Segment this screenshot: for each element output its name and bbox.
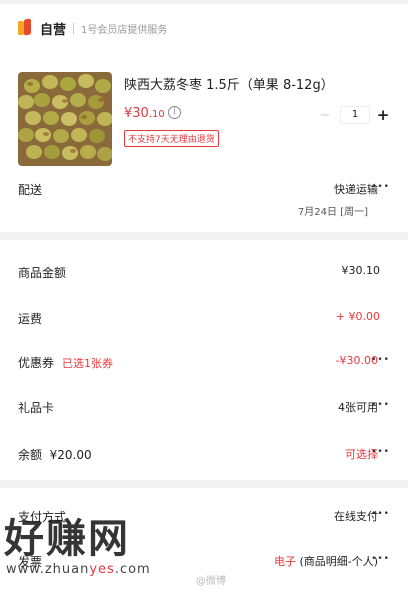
watermark-logo: 好赚网 [4,516,130,562]
section-divider [0,232,408,240]
watermark-url: www.zhuanyes.com [6,562,151,577]
giftcard-label: 礼品卡 [18,401,55,415]
more-dots-icon[interactable]: ••• [371,355,390,365]
info-icon[interactable]: i [168,106,181,119]
more-dots-icon[interactable]: ••• [371,509,390,519]
balance-amount: ¥20.00 [49,448,92,462]
increase-button[interactable]: + [376,106,390,124]
delivery-label: 配送 [18,183,43,197]
decrease-button[interactable]: − [316,108,334,123]
url-highlight: yes [89,562,115,577]
price-main: ¥30 [124,106,149,121]
product-title[interactable]: 陕西大荔冬枣 1.5斤（单果 8-12g） [124,74,334,93]
coupon-row[interactable]: 优惠券 已选1张券 [18,354,113,371]
url-suffix: .com [114,562,151,577]
coupon-label: 优惠券 [18,356,55,370]
delivery-date[interactable]: 7月24日 [周一] [298,203,368,218]
invoice-detail: (商品明细-个人) [299,555,378,568]
store-header: 自营 1号会员店提供服务 [0,18,185,38]
no-return-badge: 不支持7天无理由退货 [124,130,219,147]
weibo-watermark: @微博 [196,576,226,587]
balance-label: 余额 [18,448,43,462]
balance-row: 余额 ¥20.00 [18,446,92,463]
price-decimal: .10 [148,109,165,120]
store-desc: 1号会员店提供服务 [81,24,168,36]
goods-amount-value: ¥30.10 [341,264,381,277]
quantity-input[interactable]: 1 [340,106,370,124]
url-prefix: www.zhuan [6,562,90,577]
coupon-selected: 已选1张券 [62,357,114,370]
goods-amount-label: 商品金额 [18,266,67,280]
store-name: 自营 [40,22,67,38]
more-dots-icon[interactable]: ••• [371,554,390,564]
more-dots-icon[interactable]: ••• [371,447,390,457]
shipping-label: 运费 [18,312,43,326]
product-row: 陕西大荔冬枣 1.5斤（单果 8-12g） ¥30.10 i − 1 + 不支持… [18,72,390,172]
shipping-value: + ¥0.00 [335,310,380,323]
invoice-value[interactable]: 电子 (商品明细-个人) [274,553,378,569]
quantity-stepper: − 1 + [316,106,390,124]
store-logo-icon [18,18,32,37]
section-divider [0,480,408,488]
more-dots-icon[interactable]: ••• [371,400,390,410]
product-price: ¥30.10 [124,106,165,121]
store-separator [73,22,75,34]
product-image[interactable] [18,72,112,166]
more-dots-icon[interactable]: ••• [371,182,390,192]
invoice-type: 电子 [273,555,296,568]
